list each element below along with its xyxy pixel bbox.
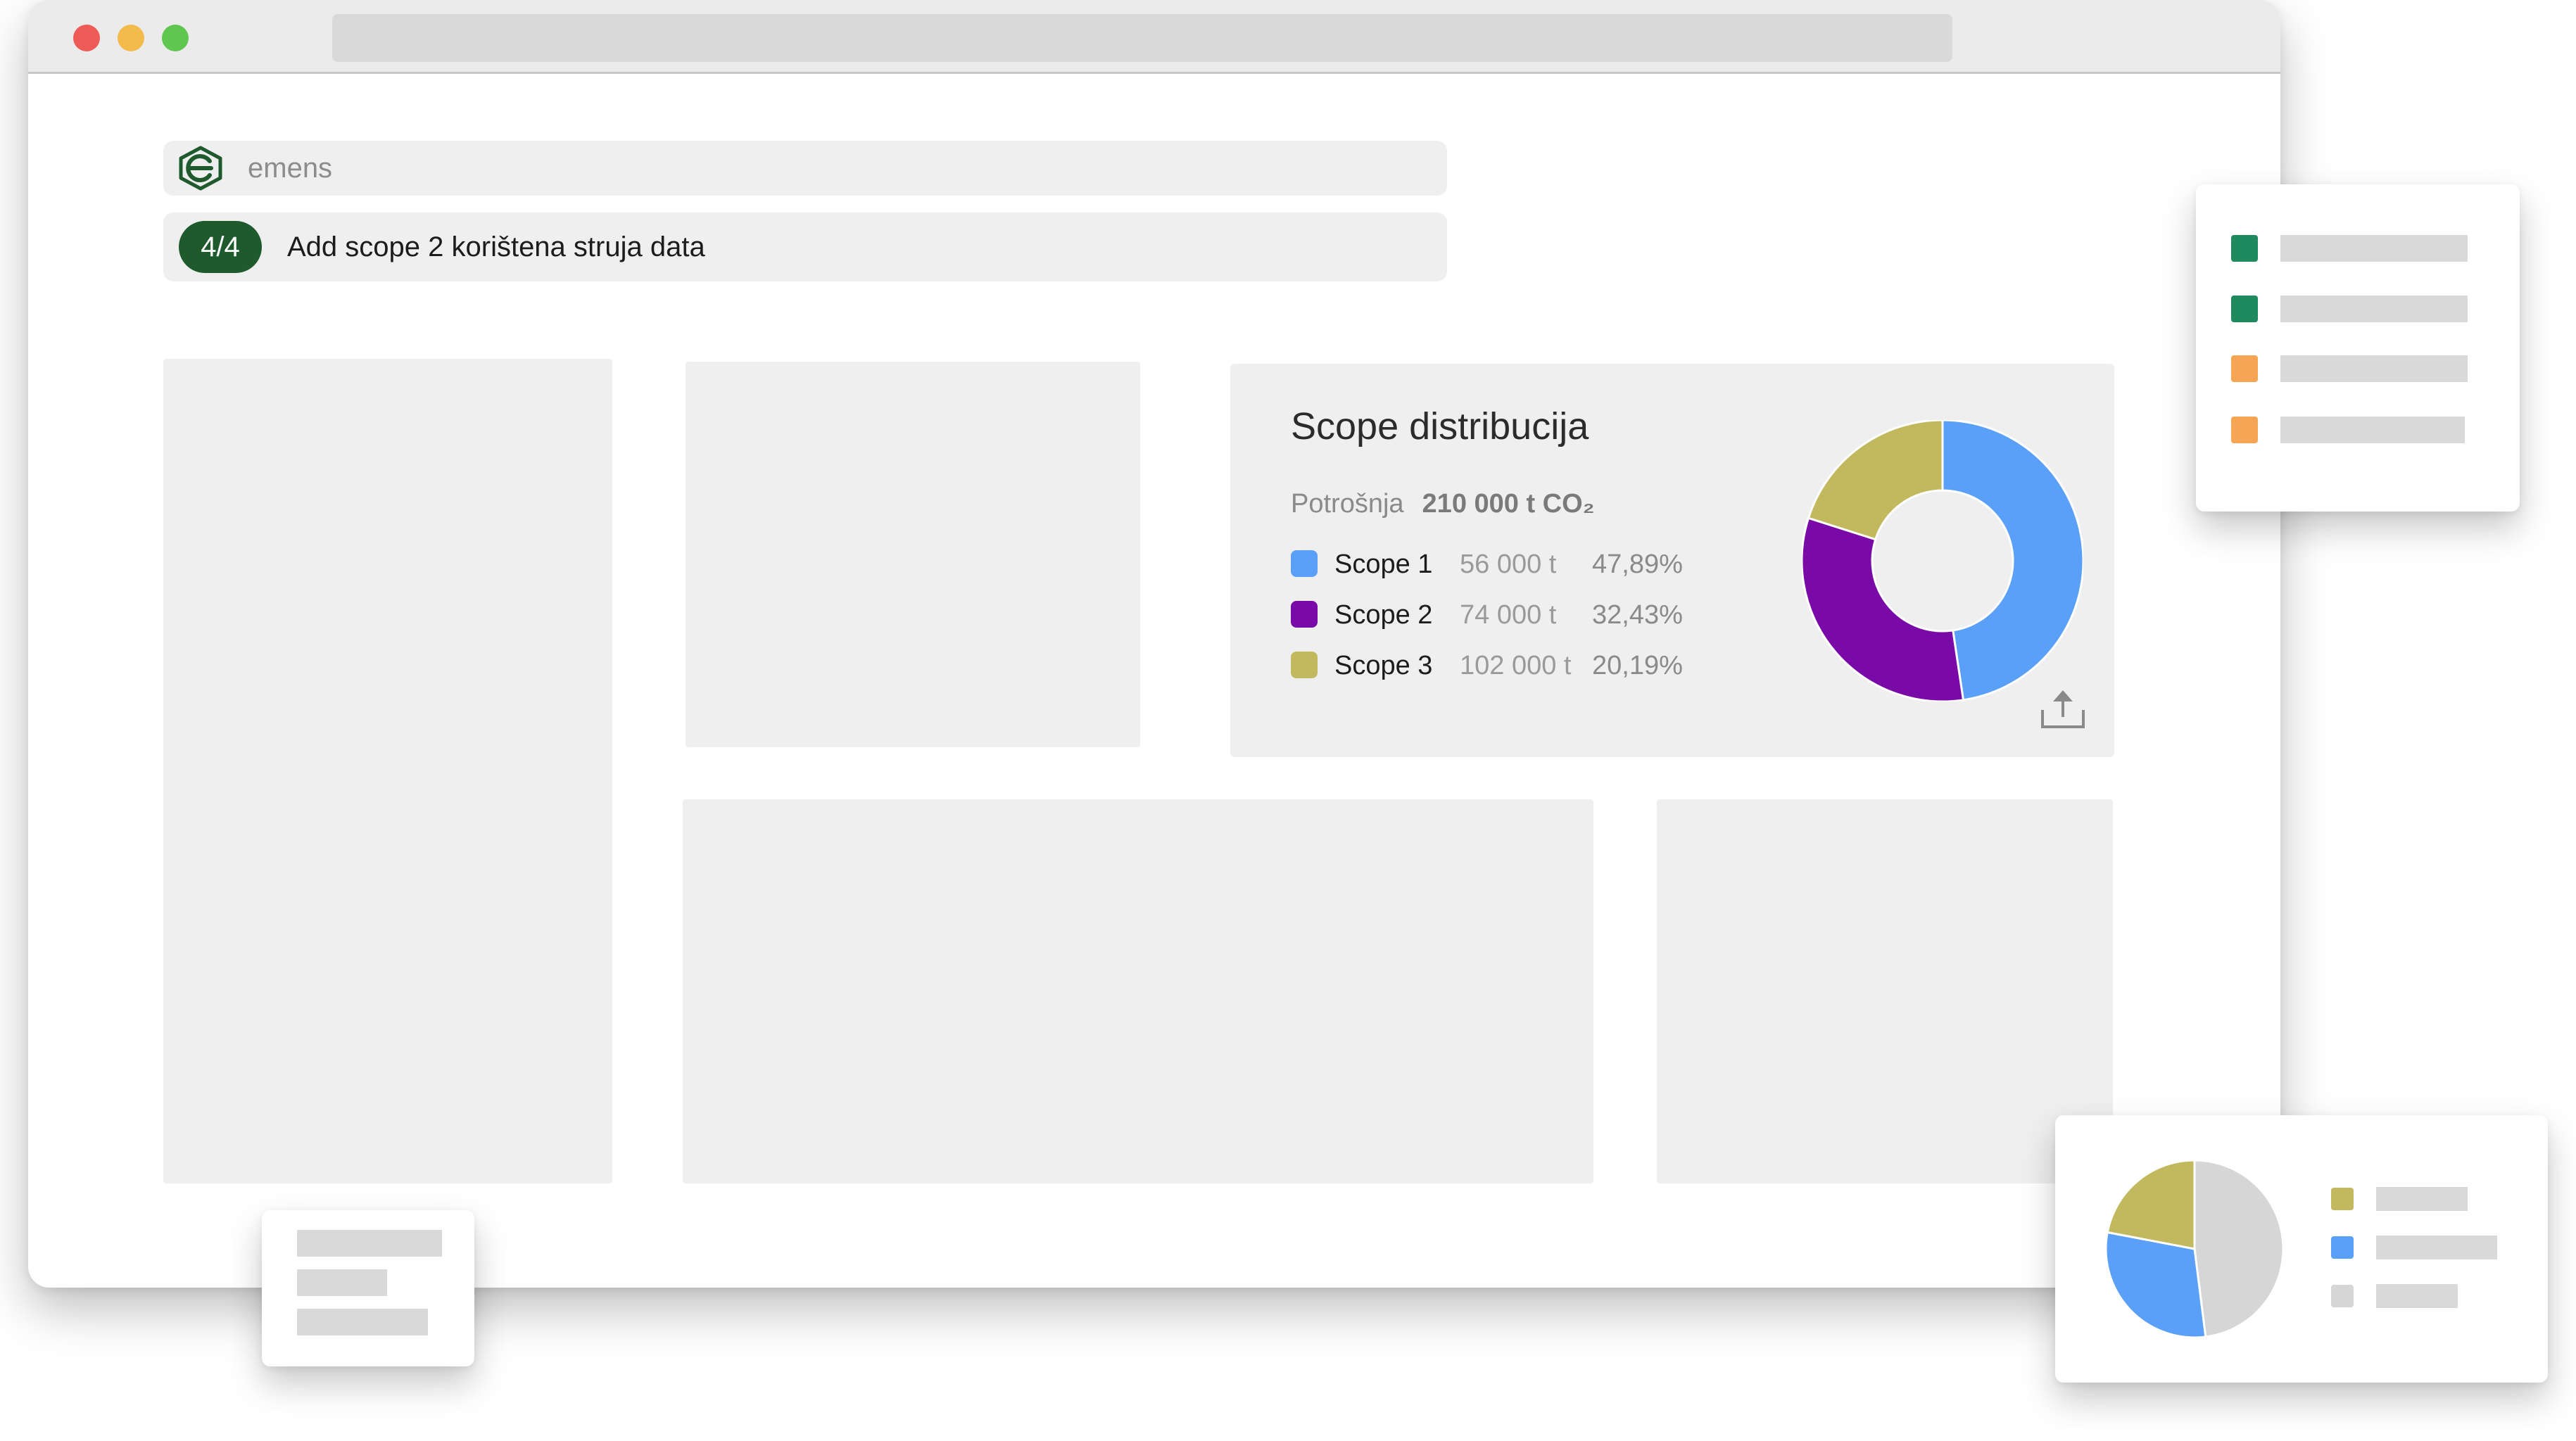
- legend-swatch: [2231, 235, 2258, 262]
- placeholder-line: [2376, 1187, 2468, 1211]
- legend-swatch: [2331, 1285, 2354, 1307]
- legend-percent: 47,89%: [1592, 550, 1683, 579]
- text-preview-card: [262, 1210, 474, 1366]
- donut-slice-scope-3: [1807, 420, 1944, 541]
- placeholder-line: [2280, 296, 2468, 322]
- placeholder-line: [2280, 417, 2465, 443]
- card-title: Scope distribucija: [1291, 405, 1589, 447]
- step-badge: 4/4: [179, 221, 262, 273]
- donut-slice-scope-2: [1802, 516, 1965, 702]
- placeholder-line: [2280, 355, 2468, 382]
- legend-name: Scope 1: [1334, 550, 1433, 579]
- legend-preview-card: [2196, 184, 2520, 512]
- mini-pie-chart: [2104, 1159, 2285, 1339]
- mini-pie-slice-3: [2106, 1159, 2196, 1250]
- address-bar[interactable]: [332, 14, 1952, 62]
- window-titlebar: [28, 0, 2280, 74]
- placeholder-line: [297, 1230, 442, 1257]
- mini-pie-slice-1: [2193, 1159, 2285, 1338]
- placeholder-panel: [683, 799, 1593, 1183]
- placeholder-panel: [1657, 799, 2113, 1183]
- placeholder-panel: [163, 359, 612, 1183]
- placeholder-line: [2376, 1236, 2497, 1259]
- legend-swatch: [2231, 417, 2258, 443]
- legend-amount: 102 000 t: [1460, 651, 1572, 680]
- emens-logo-icon: [179, 146, 222, 191]
- total-value: 210 000 t CO₂: [1422, 489, 1595, 519]
- search-input[interactable]: emens: [248, 141, 332, 196]
- legend-percent: 20,19%: [1592, 651, 1683, 680]
- browser-window: emens 4/4 Add scope 2 korištena struja d…: [28, 0, 2280, 1288]
- legend-swatch: [2231, 355, 2258, 382]
- legend-swatch: [1291, 550, 1318, 577]
- placeholder-line: [297, 1309, 428, 1335]
- legend-percent: 32,43%: [1592, 600, 1683, 630]
- legend-name: Scope 2: [1334, 600, 1433, 630]
- legend-swatch: [1291, 652, 1318, 678]
- task-label: Add scope 2 korištena struja data: [287, 231, 705, 262]
- legend-name: Scope 3: [1334, 651, 1433, 680]
- legend-swatch: [2331, 1236, 2354, 1259]
- minimize-window-button[interactable]: [118, 25, 144, 51]
- scope-donut-chart: [1802, 420, 2083, 702]
- task-bar[interactable]: 4/4 Add scope 2 korištena struja data: [163, 212, 1447, 281]
- legend-amount: 56 000 t: [1460, 550, 1557, 579]
- close-window-button[interactable]: [73, 25, 100, 51]
- placeholder-panel: [686, 362, 1140, 747]
- total-consumption: Potrošnja 210 000 t CO₂: [1291, 489, 1595, 519]
- pie-preview-card: [2055, 1115, 2548, 1383]
- total-label: Potrošnja: [1291, 489, 1404, 519]
- donut-slice-scope-1: [1941, 420, 2083, 702]
- placeholder-line: [2376, 1284, 2458, 1308]
- legend-swatch: [2231, 296, 2258, 322]
- placeholder-line: [297, 1269, 387, 1296]
- legend-swatch: [2331, 1188, 2354, 1210]
- search-bar[interactable]: emens: [163, 141, 1447, 196]
- upload-icon[interactable]: [2038, 686, 2088, 731]
- placeholder-line: [2280, 235, 2468, 262]
- legend-swatch: [1291, 601, 1318, 628]
- legend-amount: 74 000 t: [1460, 600, 1557, 630]
- maximize-window-button[interactable]: [162, 25, 189, 51]
- scope-distribution-card: Scope distribucija Potrošnja 210 000 t CO…: [1230, 364, 2114, 757]
